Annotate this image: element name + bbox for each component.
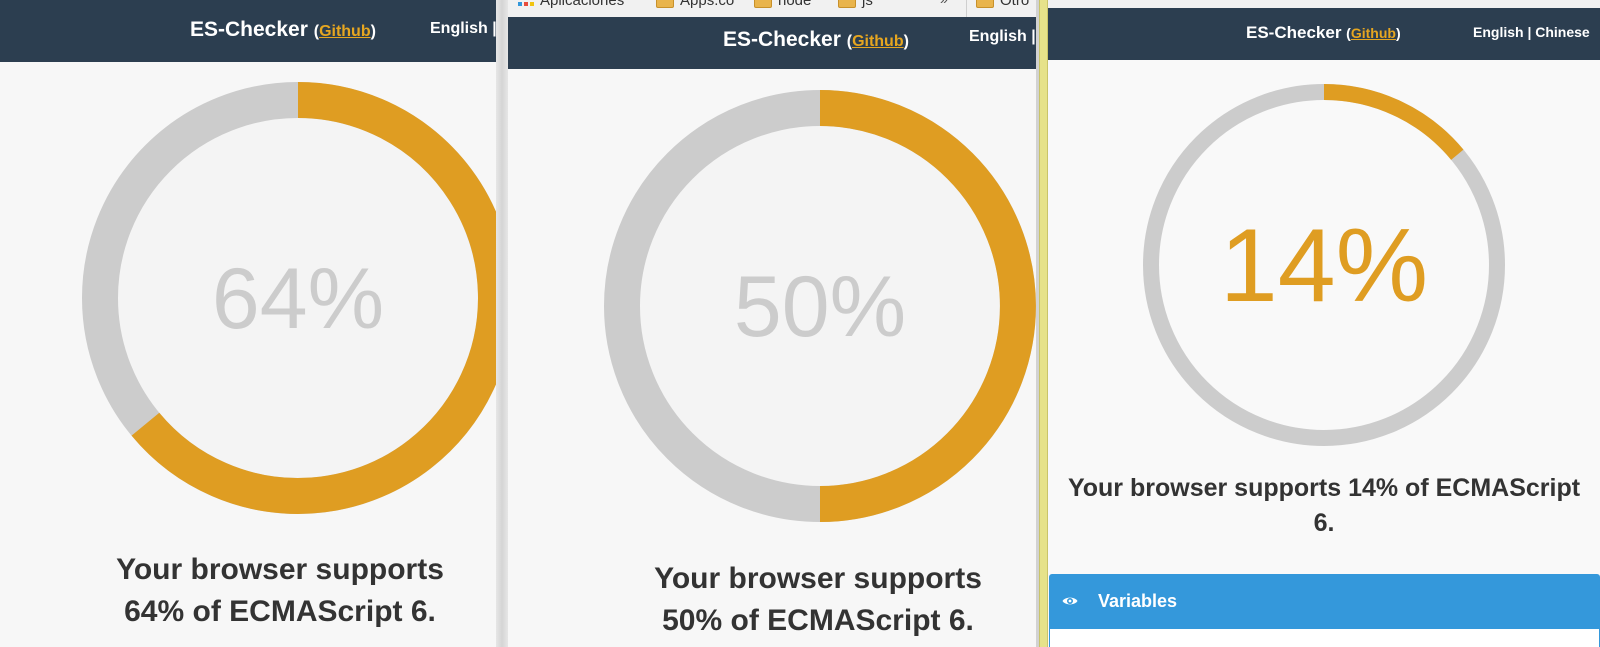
support-gauge: 64% <box>82 82 496 514</box>
support-message: Your browser supports 14% of ECMAScript … <box>1056 471 1592 541</box>
language-switcher[interactable]: English | Chinese <box>1473 24 1590 40</box>
bookmark-js[interactable]: js <box>838 0 873 9</box>
bookmark-label: js <box>862 0 873 9</box>
gauge-percent-label: 14% <box>1220 208 1428 324</box>
language-switcher[interactable]: English | C <box>969 28 1036 46</box>
variables-section-header[interactable]: Variables <box>1049 574 1600 629</box>
bookmarks-overflow-button[interactable]: » <box>940 0 948 7</box>
folder-icon <box>838 0 856 8</box>
support-message-line1: Your browser supports 14% of ECMAScript <box>1067 474 1581 502</box>
support-message-line1: Your browser supports <box>116 553 444 586</box>
bookmark-label: Apps.co <box>680 0 735 9</box>
brand-title: ES-Checker <box>723 28 841 51</box>
language-switcher[interactable]: English | <box>430 20 496 38</box>
support-gauge: 50% <box>604 90 1036 522</box>
bookmark-apps-co[interactable]: Apps.co <box>656 0 734 9</box>
panel-64-percent: ES-Checker (Github) English | 64% Your b… <box>0 0 496 647</box>
screenshot-collage: ES-Checker (Github) English | 64% Your b… <box>0 0 1600 647</box>
screenshot-divider <box>496 0 508 647</box>
bookmark-other[interactable]: Otro <box>976 0 1029 9</box>
app-header: ES-Checker (Github) English | <box>0 0 496 62</box>
variables-section-body <box>1049 629 1600 647</box>
bookmark-label: Otro <box>1000 0 1030 9</box>
support-message-line2: 64% of ECMAScript 6. <box>124 595 436 628</box>
github-link[interactable]: Github <box>319 23 371 40</box>
support-message-line1: Your browser supports <box>654 562 982 595</box>
brand: ES-Checker (Github) <box>1246 23 1401 42</box>
gauge-percent-label: 64% <box>212 251 384 347</box>
folder-icon <box>754 0 772 8</box>
eye-icon <box>1062 597 1078 605</box>
bookmarks-bar: Aplicaciones Apps.co node js » Otro <box>508 0 1036 18</box>
progress-ring: 50% <box>604 90 1036 522</box>
support-message: Your browser supports 64% of ECMAScript … <box>78 549 482 633</box>
folder-icon <box>656 0 674 8</box>
bookmark-label: Aplicaciones <box>540 0 625 9</box>
brand-title: ES-Checker <box>1246 23 1342 42</box>
support-message: Your browser supports 50% of ECMAScript … <box>628 558 1008 642</box>
browser-chrome-strip <box>1048 0 1600 8</box>
gauge-percent-label: 50% <box>734 259 906 355</box>
support-message-line2: 6. <box>1313 509 1335 537</box>
brand-title: ES-Checker <box>190 18 308 41</box>
brand: ES-Checker (Github) <box>190 18 376 41</box>
github-link[interactable]: Github <box>852 33 904 50</box>
progress-ring: 14% <box>1143 84 1505 446</box>
github-link[interactable]: Github <box>1351 25 1396 41</box>
bookmarks-divider <box>966 0 967 17</box>
brand: ES-Checker (Github) <box>723 28 909 51</box>
support-message-line2: 50% of ECMAScript 6. <box>662 604 974 637</box>
bookmark-label: node <box>778 0 812 9</box>
panel-14-percent: ES-Checker (Github) English | Chinese 14… <box>1048 0 1600 647</box>
bookmark-node[interactable]: node <box>754 0 811 9</box>
variables-section-label: Variables <box>1098 591 1178 611</box>
window-edge <box>1039 0 1048 647</box>
progress-ring: 64% <box>82 82 496 514</box>
app-header: ES-Checker (Github) English | C <box>508 17 1036 69</box>
panel-50-percent: Aplicaciones Apps.co node js » Otro <box>508 0 1036 647</box>
folder-icon <box>976 0 994 8</box>
app-header: ES-Checker (Github) English | Chinese <box>1048 8 1600 60</box>
apps-icon <box>518 0 534 6</box>
gauge-progress-arc <box>1323 84 1464 160</box>
support-gauge: 14% <box>1143 84 1505 446</box>
bookmark-apps[interactable]: Aplicaciones <box>518 0 624 9</box>
